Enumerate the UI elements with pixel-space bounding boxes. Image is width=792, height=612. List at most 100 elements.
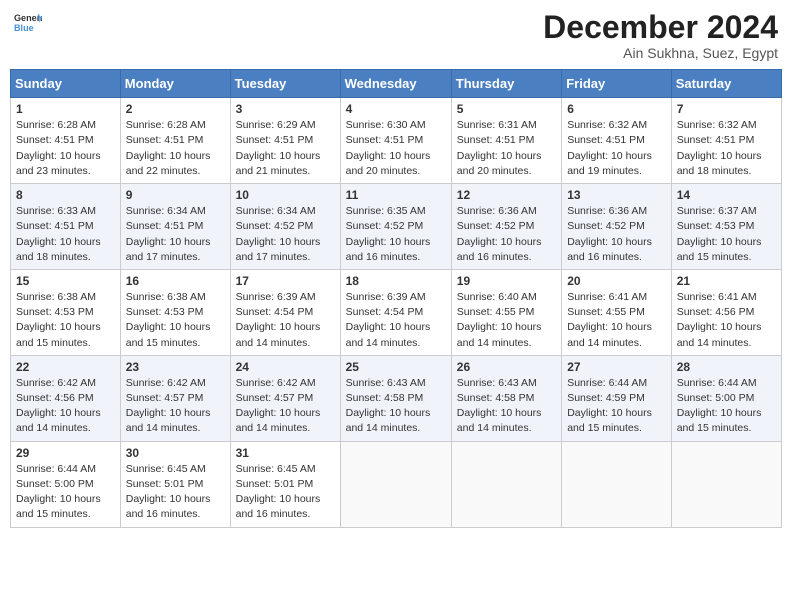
day-info: Sunrise: 6:36 AM Sunset: 4:52 PM Dayligh… xyxy=(567,204,666,265)
sunrise-label: Sunrise: 6:28 AM xyxy=(16,119,96,131)
day-info: Sunrise: 6:30 AM Sunset: 4:51 PM Dayligh… xyxy=(346,118,446,179)
day-info: Sunrise: 6:44 AM Sunset: 5:00 PM Dayligh… xyxy=(16,462,115,523)
calendar-cell: 13 Sunrise: 6:36 AM Sunset: 4:52 PM Dayl… xyxy=(562,184,672,270)
day-number: 4 xyxy=(346,102,446,116)
day-number: 19 xyxy=(457,274,556,288)
sunset-label: Sunset: 4:57 PM xyxy=(126,392,204,404)
sunrise-label: Sunrise: 6:39 AM xyxy=(236,291,316,303)
day-info: Sunrise: 6:40 AM Sunset: 4:55 PM Dayligh… xyxy=(457,290,556,351)
calendar-cell: 27 Sunrise: 6:44 AM Sunset: 4:59 PM Dayl… xyxy=(562,355,672,441)
sunset-label: Sunset: 4:51 PM xyxy=(16,134,94,146)
day-info: Sunrise: 6:31 AM Sunset: 4:51 PM Dayligh… xyxy=(457,118,556,179)
calendar-cell xyxy=(671,441,781,527)
daylight-label: Daylight: 10 hours and 16 minutes. xyxy=(126,493,211,520)
sunrise-label: Sunrise: 6:39 AM xyxy=(346,291,426,303)
calendar-cell: 14 Sunrise: 6:37 AM Sunset: 4:53 PM Dayl… xyxy=(671,184,781,270)
sunset-label: Sunset: 5:00 PM xyxy=(16,478,94,490)
day-number: 2 xyxy=(126,102,225,116)
day-info: Sunrise: 6:38 AM Sunset: 4:53 PM Dayligh… xyxy=(126,290,225,351)
day-number: 14 xyxy=(677,188,776,202)
daylight-label: Daylight: 10 hours and 20 minutes. xyxy=(346,150,431,177)
sunrise-label: Sunrise: 6:32 AM xyxy=(677,119,757,131)
day-number: 12 xyxy=(457,188,556,202)
col-header-saturday: Saturday xyxy=(671,70,781,98)
daylight-label: Daylight: 10 hours and 20 minutes. xyxy=(457,150,542,177)
calendar-cell: 1 Sunrise: 6:28 AM Sunset: 4:51 PM Dayli… xyxy=(11,98,121,184)
calendar-cell: 8 Sunrise: 6:33 AM Sunset: 4:51 PM Dayli… xyxy=(11,184,121,270)
col-header-sunday: Sunday xyxy=(11,70,121,98)
day-number: 31 xyxy=(236,446,335,460)
page-header: General Blue December 2024 Ain Sukhna, S… xyxy=(10,10,782,61)
daylight-label: Daylight: 10 hours and 14 minutes. xyxy=(677,321,762,348)
sunrise-label: Sunrise: 6:41 AM xyxy=(567,291,647,303)
sunrise-label: Sunrise: 6:40 AM xyxy=(457,291,537,303)
day-info: Sunrise: 6:28 AM Sunset: 4:51 PM Dayligh… xyxy=(16,118,115,179)
logo-icon: General Blue xyxy=(14,10,42,43)
sunrise-label: Sunrise: 6:42 AM xyxy=(16,377,96,389)
sunset-label: Sunset: 5:01 PM xyxy=(236,478,314,490)
sunrise-label: Sunrise: 6:38 AM xyxy=(126,291,206,303)
daylight-label: Daylight: 10 hours and 17 minutes. xyxy=(126,236,211,263)
sunset-label: Sunset: 4:51 PM xyxy=(346,134,424,146)
sunrise-label: Sunrise: 6:44 AM xyxy=(16,463,96,475)
daylight-label: Daylight: 10 hours and 18 minutes. xyxy=(677,150,762,177)
calendar-week-row: 1 Sunrise: 6:28 AM Sunset: 4:51 PM Dayli… xyxy=(11,98,782,184)
day-number: 16 xyxy=(126,274,225,288)
sunrise-label: Sunrise: 6:34 AM xyxy=(126,205,206,217)
calendar-cell: 29 Sunrise: 6:44 AM Sunset: 5:00 PM Dayl… xyxy=(11,441,121,527)
day-info: Sunrise: 6:35 AM Sunset: 4:52 PM Dayligh… xyxy=(346,204,446,265)
sunset-label: Sunset: 5:00 PM xyxy=(677,392,755,404)
calendar-cell: 25 Sunrise: 6:43 AM Sunset: 4:58 PM Dayl… xyxy=(340,355,451,441)
day-info: Sunrise: 6:39 AM Sunset: 4:54 PM Dayligh… xyxy=(346,290,446,351)
sunset-label: Sunset: 4:58 PM xyxy=(346,392,424,404)
calendar-cell: 30 Sunrise: 6:45 AM Sunset: 5:01 PM Dayl… xyxy=(120,441,230,527)
title-area: December 2024 Ain Sukhna, Suez, Egypt xyxy=(543,10,778,61)
calendar-cell xyxy=(340,441,451,527)
calendar-cell: 21 Sunrise: 6:41 AM Sunset: 4:56 PM Dayl… xyxy=(671,269,781,355)
day-info: Sunrise: 6:28 AM Sunset: 4:51 PM Dayligh… xyxy=(126,118,225,179)
sunset-label: Sunset: 5:01 PM xyxy=(126,478,204,490)
sunset-label: Sunset: 4:51 PM xyxy=(236,134,314,146)
daylight-label: Daylight: 10 hours and 16 minutes. xyxy=(567,236,652,263)
daylight-label: Daylight: 10 hours and 15 minutes. xyxy=(126,321,211,348)
daylight-label: Daylight: 10 hours and 15 minutes. xyxy=(567,407,652,434)
day-number: 26 xyxy=(457,360,556,374)
day-info: Sunrise: 6:38 AM Sunset: 4:53 PM Dayligh… xyxy=(16,290,115,351)
col-header-friday: Friday xyxy=(562,70,672,98)
sunrise-label: Sunrise: 6:28 AM xyxy=(126,119,206,131)
calendar-week-row: 15 Sunrise: 6:38 AM Sunset: 4:53 PM Dayl… xyxy=(11,269,782,355)
daylight-label: Daylight: 10 hours and 22 minutes. xyxy=(126,150,211,177)
day-number: 29 xyxy=(16,446,115,460)
col-header-monday: Monday xyxy=(120,70,230,98)
day-number: 1 xyxy=(16,102,115,116)
calendar-cell: 16 Sunrise: 6:38 AM Sunset: 4:53 PM Dayl… xyxy=(120,269,230,355)
sunrise-label: Sunrise: 6:45 AM xyxy=(126,463,206,475)
sunrise-label: Sunrise: 6:29 AM xyxy=(236,119,316,131)
calendar-cell: 28 Sunrise: 6:44 AM Sunset: 5:00 PM Dayl… xyxy=(671,355,781,441)
daylight-label: Daylight: 10 hours and 14 minutes. xyxy=(567,321,652,348)
daylight-label: Daylight: 10 hours and 16 minutes. xyxy=(457,236,542,263)
col-header-thursday: Thursday xyxy=(451,70,561,98)
day-info: Sunrise: 6:33 AM Sunset: 4:51 PM Dayligh… xyxy=(16,204,115,265)
daylight-label: Daylight: 10 hours and 15 minutes. xyxy=(16,321,101,348)
calendar-cell xyxy=(451,441,561,527)
calendar-week-row: 29 Sunrise: 6:44 AM Sunset: 5:00 PM Dayl… xyxy=(11,441,782,527)
calendar-cell: 5 Sunrise: 6:31 AM Sunset: 4:51 PM Dayli… xyxy=(451,98,561,184)
calendar-cell: 3 Sunrise: 6:29 AM Sunset: 4:51 PM Dayli… xyxy=(230,98,340,184)
daylight-label: Daylight: 10 hours and 14 minutes. xyxy=(236,407,321,434)
daylight-label: Daylight: 10 hours and 19 minutes. xyxy=(567,150,652,177)
daylight-label: Daylight: 10 hours and 21 minutes. xyxy=(236,150,321,177)
day-info: Sunrise: 6:43 AM Sunset: 4:58 PM Dayligh… xyxy=(457,376,556,437)
sunrise-label: Sunrise: 6:43 AM xyxy=(346,377,426,389)
day-number: 30 xyxy=(126,446,225,460)
day-info: Sunrise: 6:32 AM Sunset: 4:51 PM Dayligh… xyxy=(567,118,666,179)
calendar-cell: 31 Sunrise: 6:45 AM Sunset: 5:01 PM Dayl… xyxy=(230,441,340,527)
sunset-label: Sunset: 4:59 PM xyxy=(567,392,645,404)
sunset-label: Sunset: 4:52 PM xyxy=(236,220,314,232)
day-number: 20 xyxy=(567,274,666,288)
sunset-label: Sunset: 4:51 PM xyxy=(126,134,204,146)
sunset-label: Sunset: 4:52 PM xyxy=(346,220,424,232)
day-number: 23 xyxy=(126,360,225,374)
day-number: 10 xyxy=(236,188,335,202)
logo: General Blue xyxy=(14,10,42,43)
